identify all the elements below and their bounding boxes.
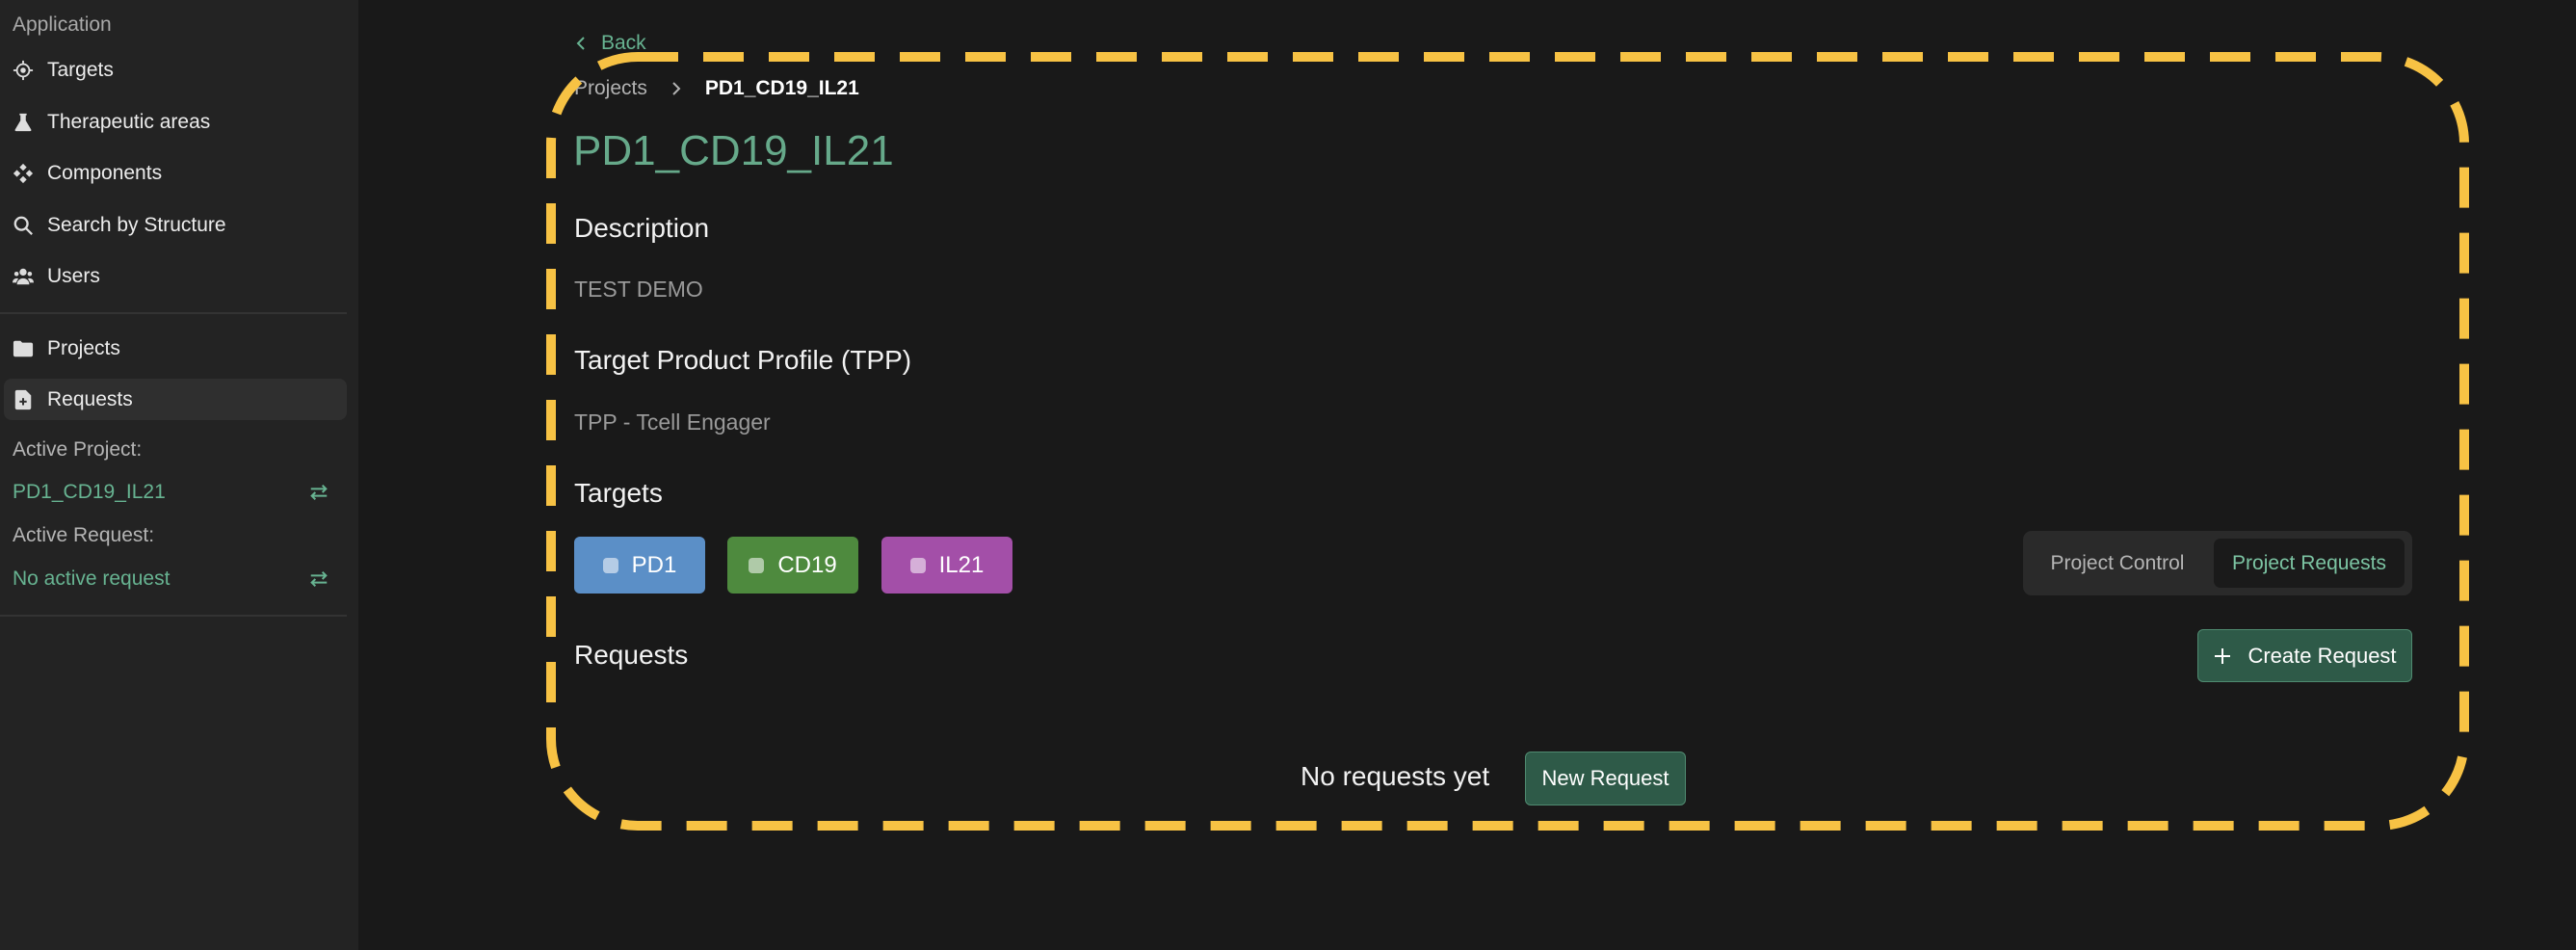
create-request-button[interactable]: Create Request	[2197, 629, 2412, 682]
target-chip-label: IL21	[938, 551, 985, 578]
breadcrumb: Projects PD1_CD19_IL21	[574, 77, 859, 100]
sidebar-item-label: Targets	[47, 58, 114, 81]
tpp-heading: Target Product Profile (TPP)	[574, 345, 912, 375]
chevron-left-icon	[576, 37, 585, 50]
sidebar-item-label: Components	[47, 161, 163, 184]
breadcrumb-projects[interactable]: Projects	[574, 77, 647, 100]
sidebar-item-projects[interactable]: Projects	[0, 328, 347, 369]
swap-project-icon[interactable]	[308, 482, 329, 503]
description-heading: Description	[574, 213, 710, 243]
search-icon	[13, 215, 34, 236]
chevron-right-icon	[672, 82, 681, 95]
sidebar-item-label: Users	[47, 264, 100, 287]
back-label: Back	[601, 32, 646, 54]
sidebar-item-label: Requests	[47, 387, 133, 410]
sidebar-item-components[interactable]: Components	[0, 152, 347, 194]
breadcrumb-current: PD1_CD19_IL21	[704, 77, 859, 99]
active-request-label: Active Request:	[13, 524, 155, 546]
description-text: TEST DEMO	[574, 277, 703, 302]
plus-icon	[2215, 647, 2231, 664]
sidebar: Application Targets Therapeutic areas Co…	[0, 0, 358, 950]
back-link[interactable]: Back	[574, 32, 646, 55]
targets-heading: Targets	[574, 478, 663, 508]
create-request-label: Create Request	[2247, 643, 2397, 668]
tab-project-requests[interactable]: Project Requests	[2214, 539, 2405, 588]
empty-state-text: No requests yet	[1301, 761, 1490, 791]
sidebar-item-therapeutic-areas[interactable]: Therapeutic areas	[0, 101, 347, 143]
target-chip-il21[interactable]: IL21	[881, 537, 1012, 594]
components-icon	[13, 163, 34, 184]
users-icon	[13, 266, 34, 287]
target-chip-label: PD1	[631, 551, 677, 578]
sidebar-divider	[0, 312, 347, 314]
page-title: PD1_CD19_IL21	[573, 127, 894, 174]
sidebar-item-label: Search by Structure	[47, 213, 226, 236]
crosshair-icon	[13, 60, 34, 81]
tab-project-control[interactable]: Project Control	[2031, 539, 2204, 588]
active-request-value[interactable]: No active request	[13, 567, 170, 591]
sidebar-divider	[0, 615, 347, 617]
sidebar-item-search-by-structure[interactable]: Search by Structure	[0, 204, 347, 246]
active-project-label: Active Project:	[13, 438, 143, 461]
active-project-value[interactable]: PD1_CD19_IL21	[13, 481, 166, 504]
target-chip-label: CD19	[777, 551, 837, 578]
swap-request-icon[interactable]	[308, 568, 329, 590]
chip-dot-icon	[602, 557, 618, 573]
target-chip-pd1[interactable]: PD1	[574, 537, 705, 594]
chip-dot-icon	[909, 557, 926, 573]
flask-icon	[13, 112, 34, 133]
folder-icon	[13, 338, 34, 359]
new-request-button[interactable]: New Request	[1525, 752, 1686, 805]
sidebar-section-title: Application	[13, 13, 112, 36]
sidebar-item-targets[interactable]: Targets	[0, 49, 347, 91]
requests-heading: Requests	[574, 640, 689, 670]
sidebar-item-users[interactable]: Users	[0, 255, 347, 297]
tpp-text: TPP - Tcell Engager	[574, 409, 771, 435]
view-toggle: Project Control Project Requests	[2023, 531, 2412, 595]
sidebar-item-requests[interactable]: Requests	[4, 379, 347, 420]
sidebar-item-label: Therapeutic areas	[47, 110, 211, 133]
file-plus-icon	[13, 389, 34, 410]
target-chip-cd19[interactable]: CD19	[727, 537, 858, 594]
chip-dot-icon	[749, 557, 765, 573]
sidebar-item-label: Projects	[47, 336, 120, 359]
